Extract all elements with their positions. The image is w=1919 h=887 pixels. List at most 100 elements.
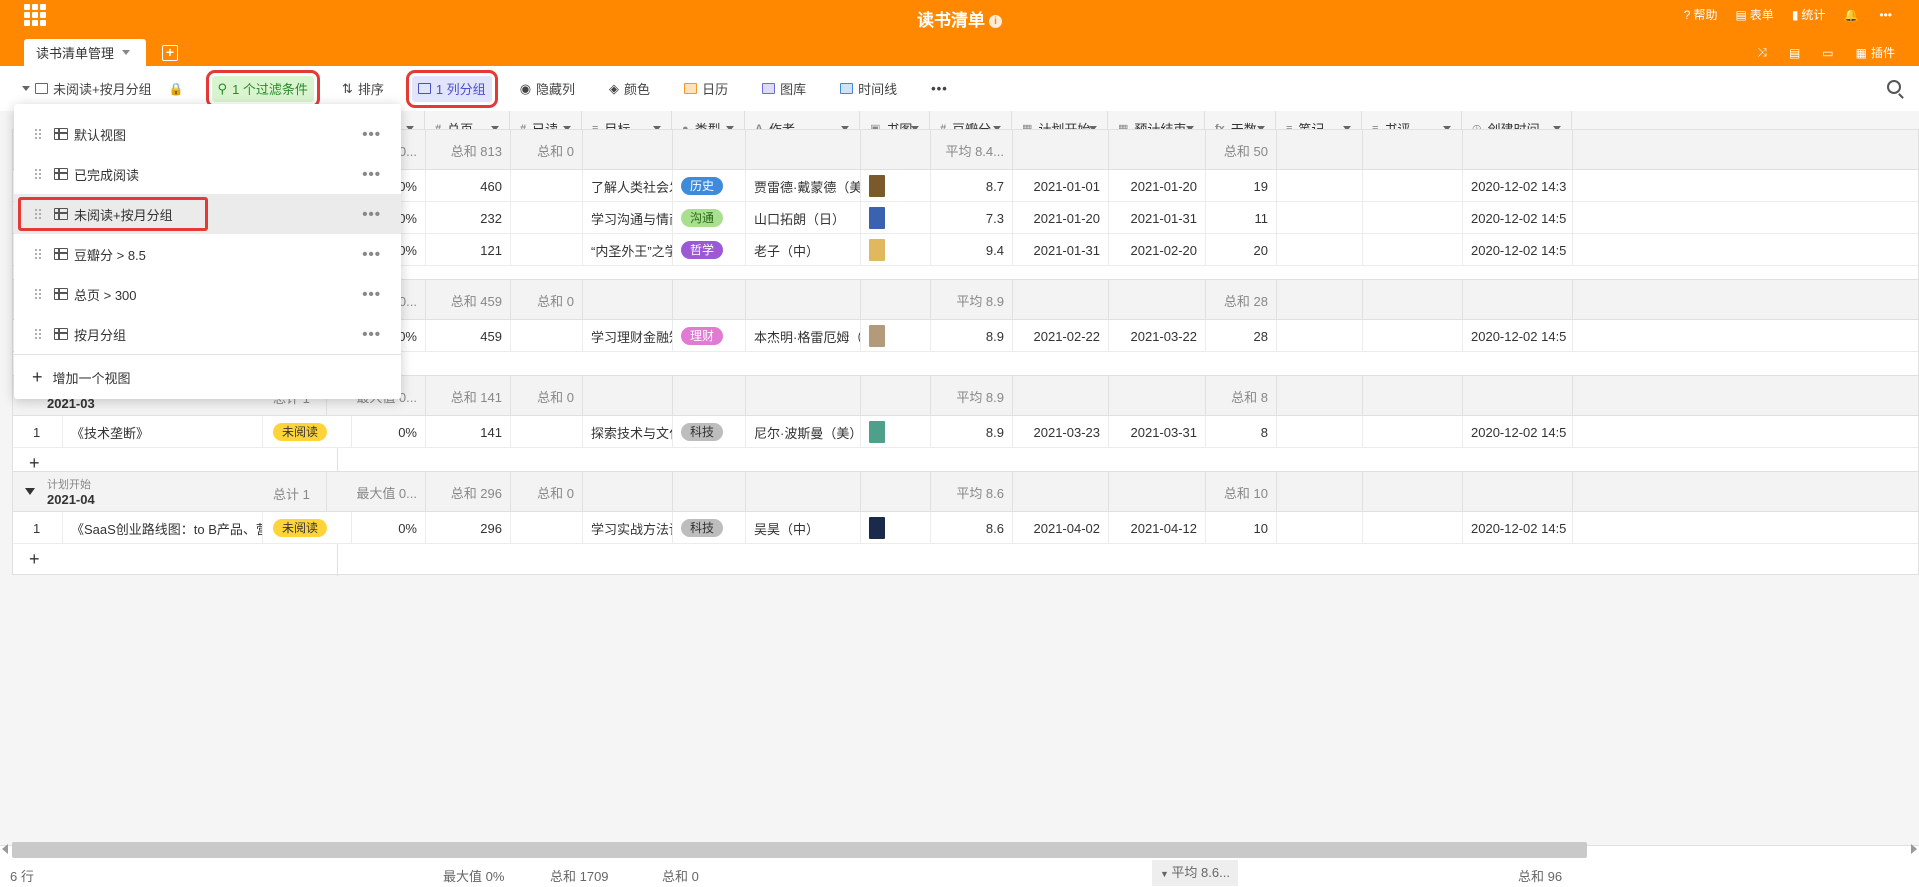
cell-cover[interactable] (861, 234, 931, 266)
cell-read[interactable] (511, 202, 583, 234)
footer-score[interactable]: ▼ 平均 8.6... (1152, 860, 1238, 886)
group-summary-score[interactable]: 平均 8.9 (931, 376, 1013, 416)
more-icon[interactable]: ••• (362, 126, 381, 143)
cell-read[interactable] (511, 416, 583, 448)
group-summary-days[interactable]: 总和 28 (1206, 280, 1277, 320)
group-summary-read[interactable]: 总和 0 (511, 130, 583, 170)
cell-days[interactable]: 19 (1206, 170, 1277, 202)
cell-pages[interactable]: 232 (426, 202, 511, 234)
cell-pages[interactable]: 460 (426, 170, 511, 202)
horizontal-scrollbar[interactable] (12, 842, 1587, 858)
cell-score[interactable]: 9.4 (931, 234, 1013, 266)
cell-pages[interactable]: 296 (426, 512, 511, 544)
group-summary-pages[interactable]: 总和 296 (426, 472, 511, 512)
cell-days[interactable]: 10 (1206, 512, 1277, 544)
cell-days[interactable]: 11 (1206, 202, 1277, 234)
cell-end[interactable]: 2021-01-20 (1109, 170, 1206, 202)
group-summary-pages[interactable]: 总和 813 (426, 130, 511, 170)
group-button[interactable]: 1 列分组 (405, 69, 498, 108)
cell-notes[interactable] (1277, 416, 1363, 448)
cell-pages[interactable]: 121 (426, 234, 511, 266)
cell-cover[interactable] (861, 416, 931, 448)
cell-goal[interactable]: 学习沟通与情商 (583, 202, 673, 234)
cell-row-number[interactable]: 1 (13, 416, 63, 448)
cell-type[interactable]: 沟通 (673, 202, 746, 234)
view-menu-item-0[interactable]: 默认视图 ••• (14, 114, 401, 154)
cell-notes[interactable] (1277, 234, 1363, 266)
color-button[interactable]: ◈ 颜色 (603, 76, 656, 102)
search-icon[interactable] (1887, 80, 1901, 94)
calendar-button[interactable]: 日历 (678, 76, 734, 102)
cell-notes[interactable] (1277, 202, 1363, 234)
scroll-right-icon[interactable] (1911, 844, 1917, 854)
group-summary-read[interactable]: 总和 0 (511, 376, 583, 416)
cell-goal[interactable]: “内圣外王”之学 (583, 234, 673, 266)
cell-progress[interactable]: 0% (339, 512, 426, 544)
cell-end[interactable]: 2021-03-22 (1109, 320, 1206, 352)
add-view-button[interactable]: + 增加一个视图 (14, 354, 401, 399)
drag-handle-icon[interactable] (34, 328, 42, 340)
chevron-down-icon[interactable] (122, 50, 131, 55)
cell-row-number[interactable]: 1 (13, 512, 63, 544)
top-action-3[interactable]: 🔔 (1843, 8, 1861, 22)
cell-read[interactable] (511, 320, 583, 352)
cell-end[interactable]: 2021-04-12 (1109, 512, 1206, 544)
group-summary-read[interactable]: 总和 0 (511, 472, 583, 512)
cell-type[interactable]: 科技 (673, 416, 746, 448)
cell-author[interactable]: 尼尔·波斯曼（美） (746, 416, 861, 448)
group-summary-days[interactable]: 总和 10 (1206, 472, 1277, 512)
cell-start[interactable]: 2021-01-20 (1013, 202, 1109, 234)
cell-read[interactable] (511, 512, 583, 544)
cell-start[interactable]: 2021-03-23 (1013, 416, 1109, 448)
cell-end[interactable]: 2021-03-31 (1109, 416, 1206, 448)
form-icon[interactable]: ▤ (1789, 46, 1804, 60)
more-icon[interactable]: ••• (362, 326, 381, 343)
view-menu-item-5[interactable]: 按月分组 ••• (14, 314, 401, 354)
cell-author[interactable]: 老子（中） (746, 234, 861, 266)
lock-icon[interactable]: 🔒 (169, 82, 184, 96)
cell-read[interactable] (511, 234, 583, 266)
cell-goal[interactable]: 了解人类社会发 (583, 170, 673, 202)
cell-review[interactable] (1363, 170, 1463, 202)
cell-review[interactable] (1363, 512, 1463, 544)
cell-goal[interactable]: 学习实战方法论 (583, 512, 673, 544)
view-menu-item-2[interactable]: 未阅读+按月分组 ••• (14, 194, 401, 234)
cell-goal[interactable]: 探索技术与文化 (583, 416, 673, 448)
cell-pages[interactable]: 459 (426, 320, 511, 352)
drag-handle-icon[interactable] (34, 128, 42, 140)
cell-score[interactable]: 8.9 (931, 320, 1013, 352)
cell-read[interactable] (511, 170, 583, 202)
table-row[interactable]: 1 《技术垄断》 未阅读 0% 141 探索技术与文化 科技 尼尔·波斯曼（美） 8.9 2021… (13, 416, 1918, 448)
cell-created[interactable]: 2020-12-02 14:3 (1463, 170, 1573, 202)
cell-score[interactable]: 8.9 (931, 416, 1013, 448)
collapse-triangle-icon[interactable] (25, 488, 35, 495)
more-icon[interactable]: ••• (362, 286, 381, 303)
app-grid-icon[interactable] (24, 4, 46, 26)
cell-cover[interactable] (861, 202, 931, 234)
top-action-4[interactable]: ••• (1879, 8, 1895, 22)
group-summary-score[interactable]: 平均 8.4... (931, 130, 1013, 170)
group-summary-pages[interactable]: 总和 459 (426, 280, 511, 320)
cell-score[interactable]: 8.6 (931, 512, 1013, 544)
more-icon[interactable]: ••• (362, 246, 381, 263)
cell-notes[interactable] (1277, 320, 1363, 352)
group-summary-progress[interactable]: 最大值 0... (339, 472, 426, 512)
cell-days[interactable]: 20 (1206, 234, 1277, 266)
cell-review[interactable] (1363, 234, 1463, 266)
top-action-2[interactable]: ▮ 统计 (1792, 6, 1826, 23)
view-switcher[interactable]: 未阅读+按月分组 🔒 (16, 76, 190, 102)
cell-notes[interactable] (1277, 170, 1363, 202)
cell-review[interactable] (1363, 320, 1463, 352)
cell-days[interactable]: 28 (1206, 320, 1277, 352)
cell-cover[interactable] (861, 320, 931, 352)
cell-cover[interactable] (861, 512, 931, 544)
table-row[interactable]: 1 《SaaS创业路线图：to B产品、营销 未阅读 0% 296 学习实战方法论 科技 吴昊… (13, 512, 1918, 544)
drag-handle-icon[interactable] (34, 248, 42, 260)
add-tab-button[interactable]: + (162, 45, 178, 61)
view-menu-item-4[interactable]: 总页 > 300 ••• (14, 274, 401, 314)
group-summary-read[interactable]: 总和 0 (511, 280, 583, 320)
drag-handle-icon[interactable] (34, 288, 42, 300)
cell-type[interactable]: 历史 (673, 170, 746, 202)
group-title[interactable]: 计划开始 2021-04 (25, 476, 95, 507)
cell-score[interactable]: 7.3 (931, 202, 1013, 234)
